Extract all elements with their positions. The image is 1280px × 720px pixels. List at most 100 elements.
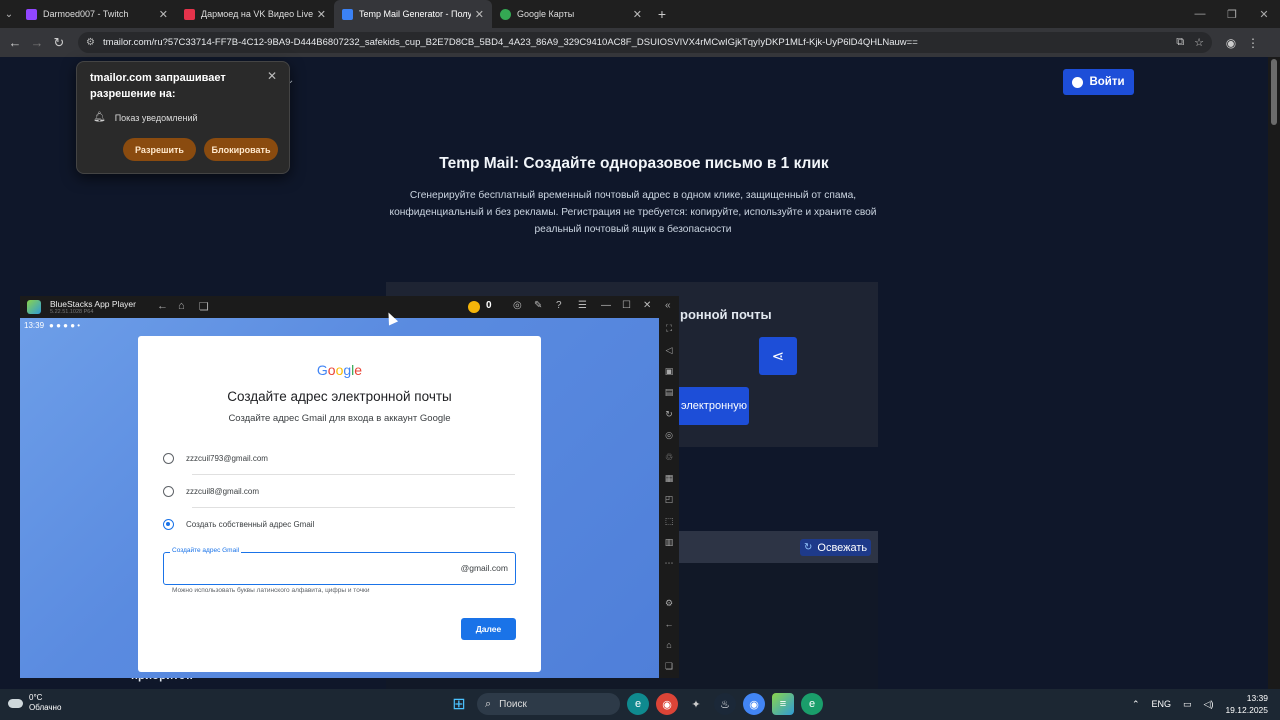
status-notification-icons: ● ● ● ● • — [49, 321, 81, 330]
volume-tray-icon[interactable]: ◁) — [1204, 699, 1214, 710]
vk-video-icon — [184, 8, 195, 20]
sidebar-recents-icon[interactable]: ❏ — [659, 661, 679, 672]
bs-home-icon[interactable]: ⌂ — [178, 300, 185, 312]
tab-temp-mail[interactable]: Temp Mail Generator - Получи ✕ — [334, 0, 492, 28]
steam-icon[interactable]: ♨ — [714, 693, 736, 715]
user-icon — [1072, 76, 1084, 88]
chrome-menu-icon[interactable]: ⋮ — [1242, 36, 1264, 50]
tray-chevron-icon[interactable]: ⌃ — [1132, 699, 1140, 710]
close-popup-icon[interactable]: ✕ — [267, 69, 277, 83]
taskbar-search[interactable]: ⌕ Поиск — [477, 693, 620, 715]
login-button[interactable]: Войти — [1063, 69, 1134, 95]
weather-temp: 0°C — [29, 693, 43, 702]
cloud-icon — [8, 698, 23, 708]
apk-install-icon[interactable]: ▦ — [659, 473, 679, 484]
sidebar-back-icon[interactable]: ← — [659, 619, 679, 629]
scrollbar-thumb[interactable] — [1271, 59, 1277, 125]
close-window-icon[interactable]: ✕ — [1248, 0, 1280, 28]
coin-count: 0 — [486, 300, 492, 311]
app-icon[interactable]: ✦ — [685, 693, 707, 715]
edge-beta-icon[interactable]: e — [801, 693, 823, 715]
back-icon[interactable]: ← — [4, 35, 26, 50]
new-tab-button[interactable]: + — [650, 6, 674, 22]
reload-icon[interactable]: ↻ — [48, 35, 70, 51]
login-label: Войти — [1089, 76, 1125, 88]
url-text[interactable]: tmailor.com/ru?57C33714-FF7B-4C12-9BA9-D… — [103, 37, 1166, 48]
bs-account-icon[interactable]: ◎ — [513, 300, 522, 311]
close-tab-icon[interactable]: ✕ — [159, 8, 168, 21]
email-option-1[interactable]: zzzcuil793@gmail.com — [163, 451, 268, 465]
option-label: zzzcuil8@gmail.com — [186, 486, 260, 496]
weather-condition: Облачно — [29, 703, 62, 712]
minimize-icon[interactable]: — — [1184, 0, 1216, 28]
edge-icon[interactable]: e — [627, 693, 649, 715]
close-tab-icon[interactable]: ✕ — [633, 8, 642, 21]
bs-close-icon[interactable]: ✕ — [643, 300, 651, 311]
share-button[interactable]: ⋖ — [759, 337, 797, 375]
settings-icon[interactable]: ⚙ — [659, 598, 679, 609]
bs-collapse-sidebar-icon[interactable]: « — [665, 300, 671, 311]
bs-maximize-icon[interactable]: ☐ — [622, 300, 631, 311]
tab-twitch[interactable]: Darmoed007 - Twitch ✕ — [18, 0, 176, 28]
volume-icon[interactable]: ◁ — [659, 345, 679, 356]
block-button[interactable]: Блокировать — [204, 138, 278, 161]
bluestacks-taskbar-icon[interactable]: ≡ — [772, 693, 794, 715]
bookmark-star-icon[interactable]: ☆ — [1194, 36, 1204, 49]
gmail-address-field[interactable]: Создайте адрес Gmail @gmail.com — [163, 547, 516, 585]
windows-start-icon[interactable]: ⊞ — [448, 693, 470, 715]
rotate-icon[interactable]: ↻ — [659, 409, 679, 420]
logo-letter: o — [327, 362, 336, 378]
clock-time: 13:39 — [1246, 693, 1268, 703]
taskbar-apps: ⊞ ⌕ Поиск e ◉ ✦ ♨ ◉ ≡ e — [448, 693, 830, 715]
refresh-icon: ↻ — [804, 542, 813, 553]
next-button[interactable]: Далее — [461, 618, 516, 640]
resize-icon[interactable]: ⬚ — [659, 516, 679, 527]
clock[interactable]: 13:39 19.12.2025 — [1225, 692, 1268, 716]
forward-icon[interactable]: → — [26, 35, 48, 50]
maximize-icon[interactable]: ❐ — [1216, 0, 1248, 28]
page-scrollbar[interactable] — [1268, 57, 1280, 689]
bluestacks-titlebar[interactable]: BlueStacks App Player 5.22.51.1028 P64 ←… — [20, 296, 679, 318]
chrome-icon[interactable]: ◉ — [656, 693, 678, 715]
bs-back-icon[interactable]: ← — [157, 300, 168, 312]
location-icon[interactable]: ◎ — [659, 430, 679, 441]
install-app-icon[interactable]: ⧉ — [1176, 36, 1184, 49]
email-card-title: ронной почты — [680, 307, 772, 322]
bs-recent-apps-icon[interactable]: ❏ — [199, 300, 209, 313]
radio-button-selected[interactable] — [163, 518, 174, 530]
close-tab-icon[interactable]: ✕ — [475, 8, 484, 21]
sidebar-home-icon[interactable]: ⌂ — [659, 640, 679, 650]
radio-button[interactable] — [163, 485, 174, 497]
bs-macro-icon[interactable]: ✎ — [534, 300, 542, 311]
address-bar[interactable]: ⚙ tmailor.com/ru?57C33714-FF7B-4C12-9BA9… — [78, 32, 1212, 53]
tab-search-icon[interactable]: ⌄ — [0, 0, 18, 28]
profile-icon[interactable]: ◉ — [1220, 36, 1242, 50]
network-icon[interactable]: ▭ — [1183, 699, 1192, 710]
bs-help-icon[interactable]: ? — [556, 300, 562, 311]
bs-menu-icon[interactable]: ☰ — [578, 300, 587, 311]
tab-title: Google Карты — [517, 9, 575, 19]
gamepad-icon[interactable]: ♲ — [659, 452, 679, 463]
input-language[interactable]: ENG — [1152, 699, 1172, 709]
media-folder-icon[interactable]: ▥ — [659, 537, 679, 548]
screen-record-icon[interactable]: ▣ — [659, 366, 679, 377]
screenshot-icon[interactable]: ◰ — [659, 494, 679, 505]
permission-title: tmailor.com запрашивает разрешение на: — [90, 72, 226, 100]
radio-button[interactable] — [163, 452, 174, 464]
weather-widget[interactable]: 0°C Облачно — [8, 693, 61, 713]
fullscreen-icon[interactable]: ⛶ — [659, 323, 679, 334]
tab-google-maps[interactable]: Google Карты ✕ — [492, 0, 650, 28]
tab-vk-video[interactable]: Дармоед на VK Видео Live – с ✕ — [176, 0, 334, 28]
refresh-button[interactable]: ↻ Освежать — [800, 539, 872, 556]
keyboard-controls-icon[interactable]: ▤ — [659, 387, 679, 398]
bs-minimize-icon[interactable]: — — [601, 300, 611, 311]
generate-email-button[interactable]: электронную — [672, 387, 749, 425]
email-option-2[interactable]: zzzcuil8@gmail.com — [163, 484, 259, 498]
more-icon[interactable]: ⋯ — [659, 558, 679, 569]
close-tab-icon[interactable]: ✕ — [317, 8, 326, 21]
chrome-alt-icon[interactable]: ◉ — [743, 693, 765, 715]
email-option-custom[interactable]: Создать собственный адрес Gmail — [163, 517, 314, 531]
allow-button[interactable]: Разрешить — [123, 138, 196, 161]
status-time: 13:39 — [24, 321, 45, 330]
site-settings-icon[interactable]: ⚙ — [86, 37, 95, 48]
